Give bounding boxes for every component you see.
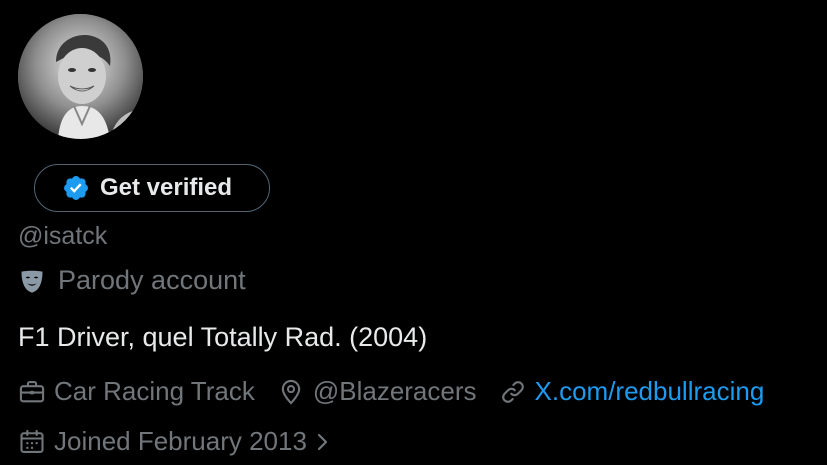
briefcase-icon bbox=[19, 380, 45, 402]
profile-meta-row: Car Racing Track @Blazeracers X.com/redb… bbox=[18, 376, 786, 407]
joined-label: Joined February 2013 bbox=[54, 426, 307, 456]
verified-badge-icon bbox=[64, 176, 88, 200]
bio: F1 Driver, quel Totally Rad. (2004) bbox=[18, 322, 428, 352]
category-label: Car Racing Track bbox=[54, 376, 255, 406]
profile-header: Get verified @isatck Parody account F1 D… bbox=[0, 0, 827, 465]
chevron-right-icon bbox=[317, 433, 328, 450]
website-item[interactable]: X.com/redbullracing bbox=[499, 376, 765, 407]
joined-row[interactable]: Joined February 2013 bbox=[18, 426, 333, 457]
theater-mask-icon bbox=[21, 270, 43, 293]
avatar[interactable] bbox=[18, 14, 143, 139]
get-verified-label: Get verified bbox=[100, 174, 233, 201]
profile-photo bbox=[18, 14, 143, 139]
website-link[interactable]: X.com/redbullracing bbox=[535, 376, 765, 407]
map-pin-icon bbox=[281, 379, 301, 405]
calendar-icon bbox=[20, 429, 44, 453]
location-item: @Blazeracers bbox=[277, 376, 477, 407]
parody-label: Parody account bbox=[58, 265, 246, 295]
location-label: @Blazeracers bbox=[312, 376, 477, 406]
category-item: Car Racing Track bbox=[18, 376, 255, 407]
link-icon bbox=[501, 380, 524, 403]
get-verified-button[interactable]: Get verified bbox=[34, 164, 270, 212]
user-handle: @isatck bbox=[18, 222, 108, 250]
parody-label-row[interactable]: Parody account bbox=[18, 265, 246, 296]
